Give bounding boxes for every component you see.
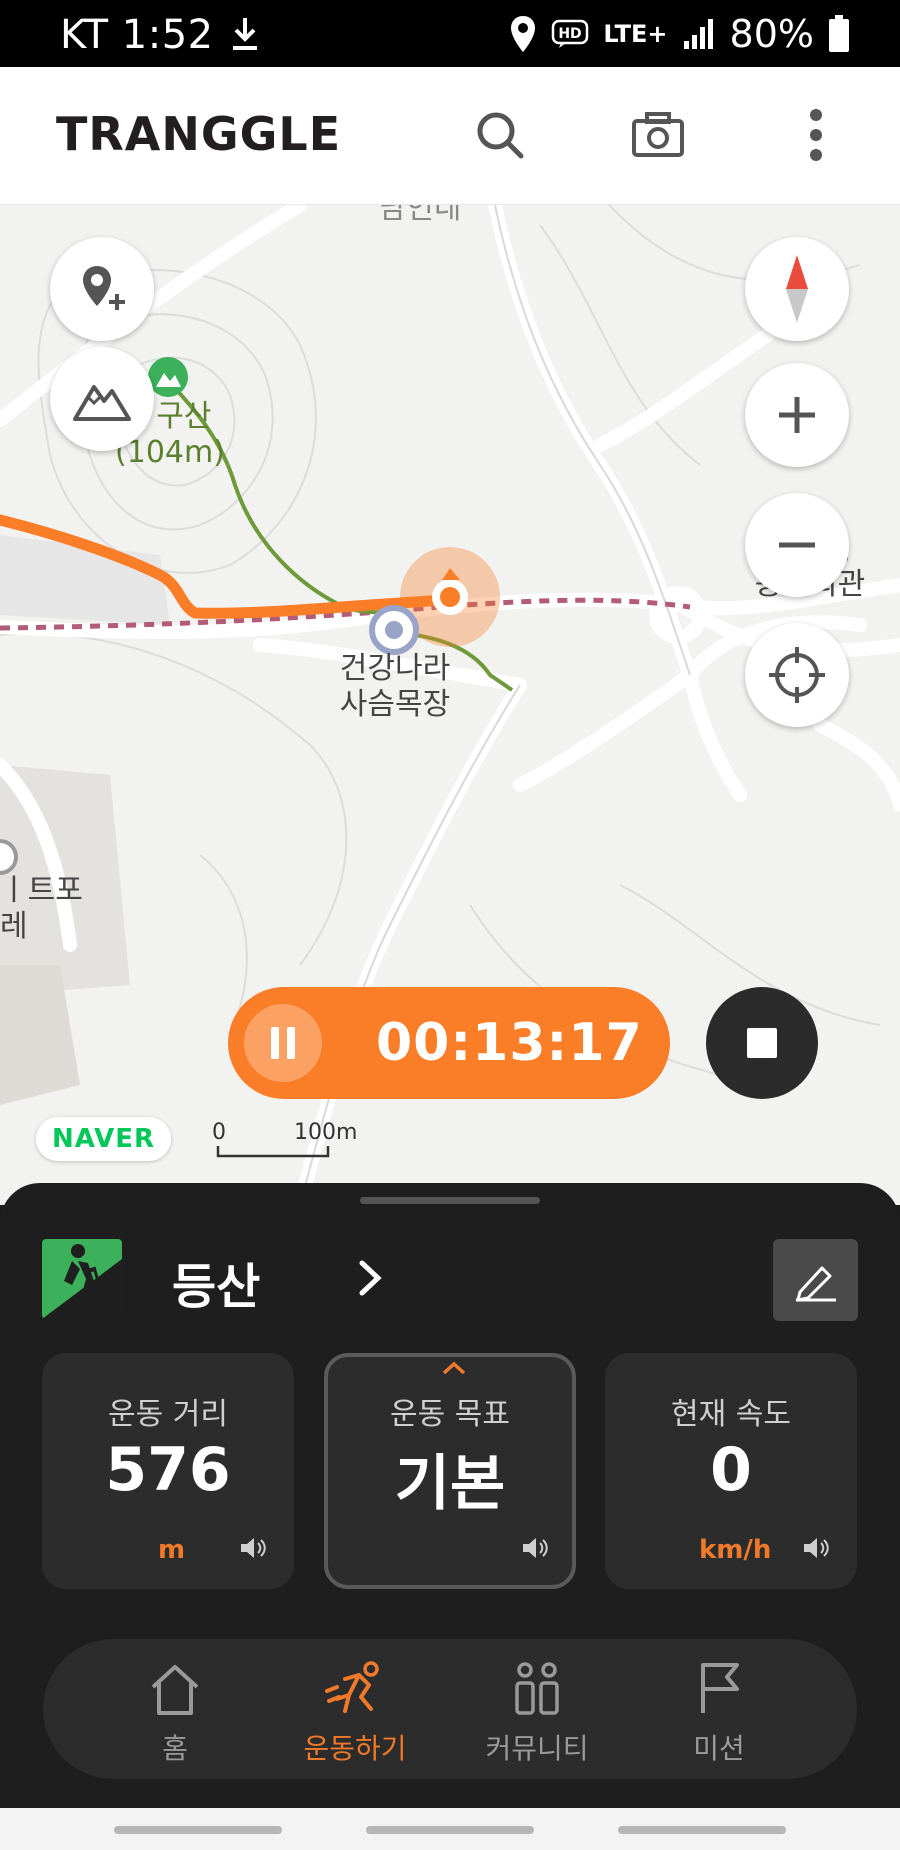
elapsed-time: 00:13:17 <box>376 1013 643 1073</box>
stat-value: 기본 <box>394 1449 506 1519</box>
place-label-line2: 사슴목장 <box>339 687 451 722</box>
system-nav-bar <box>0 1808 900 1850</box>
download-icon <box>233 18 257 50</box>
app-header: TRANGGLE <box>0 67 900 205</box>
home-icon <box>151 1665 199 1715</box>
crosshair-icon <box>769 647 825 703</box>
system-home-button[interactable] <box>366 1826 534 1834</box>
map-label-top: 남인네 <box>378 205 462 226</box>
svg-text:HD: HD <box>559 26 582 42</box>
plus-icon <box>779 397 815 433</box>
speaker-icon[interactable] <box>801 1533 831 1563</box>
signal-icon <box>683 19 713 49</box>
status-time: KT 1:52 <box>60 12 214 58</box>
running-icon <box>325 1661 379 1713</box>
activity-name[interactable]: 등산 <box>172 1247 260 1317</box>
compass-icon <box>786 255 808 323</box>
scale-value-label: 100m <box>294 1120 358 1145</box>
nav-item-home[interactable]: 홈 <box>85 1639 265 1779</box>
nav-label: 운동하기 <box>303 1732 407 1765</box>
stat-value: 576 <box>105 1435 231 1505</box>
camera-button[interactable] <box>626 103 690 167</box>
stop-icon <box>747 1028 777 1058</box>
pause-button[interactable] <box>244 1004 322 1082</box>
system-back-button[interactable] <box>618 1826 786 1834</box>
map-view[interactable]: 남인네 ㅎ구산 (104m) 건강나라 사슴목장 성지석 봉리회관 ㅣ트포레 <box>0 205 900 1205</box>
scale-zero-label: 0 <box>212 1120 226 1145</box>
community-icon <box>515 1662 559 1715</box>
status-icons: HD LTE+ 80% <box>509 8 850 60</box>
map-scale: 0 100m <box>212 1120 357 1160</box>
zoom-in-button[interactable] <box>745 363 849 467</box>
more-vertical-icon <box>810 109 822 161</box>
stat-unit: m <box>158 1535 186 1565</box>
hd-voice-icon: HD <box>552 19 589 48</box>
stat-label: 운동 거리 <box>108 1397 228 1432</box>
locate-me-button[interactable] <box>745 623 849 727</box>
add-waypoint-button[interactable] <box>50 237 154 341</box>
stat-speed[interactable]: 현재 속도 0 km/h <box>605 1353 857 1589</box>
hiking-icon <box>42 1244 122 1319</box>
stat-value: 0 <box>710 1435 752 1505</box>
place-label-line1: 건강나라 <box>339 651 451 686</box>
more-button[interactable] <box>784 103 848 167</box>
speaker-icon[interactable] <box>238 1533 268 1563</box>
flag-icon <box>701 1663 739 1713</box>
stat-label: 운동 목표 <box>390 1397 510 1432</box>
chevron-right-icon[interactable] <box>350 1253 390 1303</box>
stop-button[interactable] <box>706 987 818 1099</box>
stat-goal[interactable]: 운동 목표 기본 <box>324 1353 576 1589</box>
search-button[interactable] <box>468 103 532 167</box>
scale-bar <box>216 1146 330 1158</box>
status-bar: KT 1:52 HD LTE+ 80% <box>0 0 900 67</box>
activity-type-button[interactable] <box>42 1239 122 1319</box>
workout-panel: 등산 운동 거리 576 m 운동 목표 기본 현재 속도 0 km/h 홈 운… <box>0 1183 900 1808</box>
location-icon <box>511 16 536 52</box>
edit-pencil-icon <box>795 1266 836 1302</box>
mountain-icon <box>73 385 131 421</box>
recording-timer: 00:13:17 <box>228 987 670 1099</box>
sheet-drag-handle[interactable] <box>360 1197 540 1204</box>
left-place-label: ㅣ트포레 <box>0 873 83 944</box>
stat-distance[interactable]: 운동 거리 576 m <box>42 1353 294 1589</box>
compass-button[interactable] <box>745 237 849 341</box>
nav-item-mission[interactable]: 미션 <box>629 1639 809 1779</box>
minus-icon <box>779 542 815 548</box>
naver-logo: NAVER <box>36 1117 172 1161</box>
caret-up-icon <box>442 1361 466 1375</box>
camera-icon <box>632 112 684 157</box>
bottom-nav: 홈 운동하기 커뮤니티 미션 <box>43 1639 857 1779</box>
nav-label: 커뮤니티 <box>485 1732 589 1765</box>
pause-icon <box>271 1027 295 1059</box>
search-icon <box>477 112 524 159</box>
mountain-layer-button[interactable] <box>50 347 154 451</box>
add-location-icon <box>83 266 125 310</box>
battery-percent: 80% <box>729 12 814 56</box>
battery-icon <box>829 15 849 52</box>
stat-unit: km/h <box>699 1535 772 1565</box>
stat-label: 현재 속도 <box>671 1397 791 1432</box>
speaker-icon[interactable] <box>520 1533 550 1563</box>
zoom-out-button[interactable] <box>745 493 849 597</box>
app-logo: TRANGGLE <box>56 107 342 161</box>
nav-item-workout[interactable]: 운동하기 <box>265 1639 445 1779</box>
edit-button[interactable] <box>773 1239 858 1321</box>
nav-label: 홈 <box>162 1732 188 1765</box>
nav-item-community[interactable]: 커뮤니티 <box>447 1639 627 1779</box>
nav-label: 미션 <box>693 1732 745 1765</box>
network-type: LTE+ <box>603 20 668 48</box>
system-recents-button[interactable] <box>114 1826 282 1834</box>
